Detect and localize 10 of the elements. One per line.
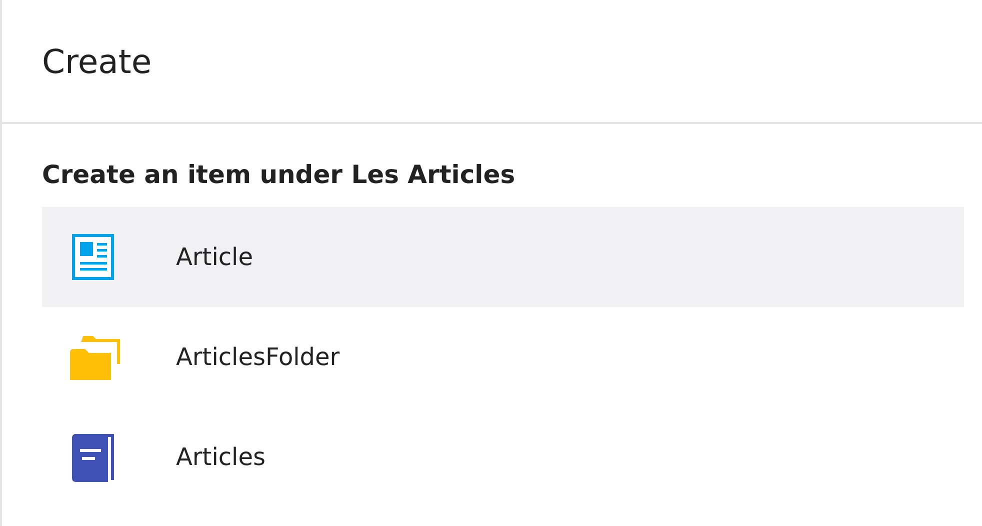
item-row[interactable]: Article [42, 207, 964, 307]
folder-icon [70, 334, 122, 380]
item-row[interactable]: ArticlesFolder [42, 307, 964, 407]
item-label: Articles [176, 443, 266, 471]
item-label: ArticlesFolder [176, 343, 340, 371]
item-row[interactable]: Articles [42, 407, 964, 507]
section-heading: Create an item under Les Articles [42, 160, 516, 189]
panel-title: Create [42, 42, 152, 80]
article-icon [70, 234, 116, 280]
item-label: Article [176, 243, 253, 271]
